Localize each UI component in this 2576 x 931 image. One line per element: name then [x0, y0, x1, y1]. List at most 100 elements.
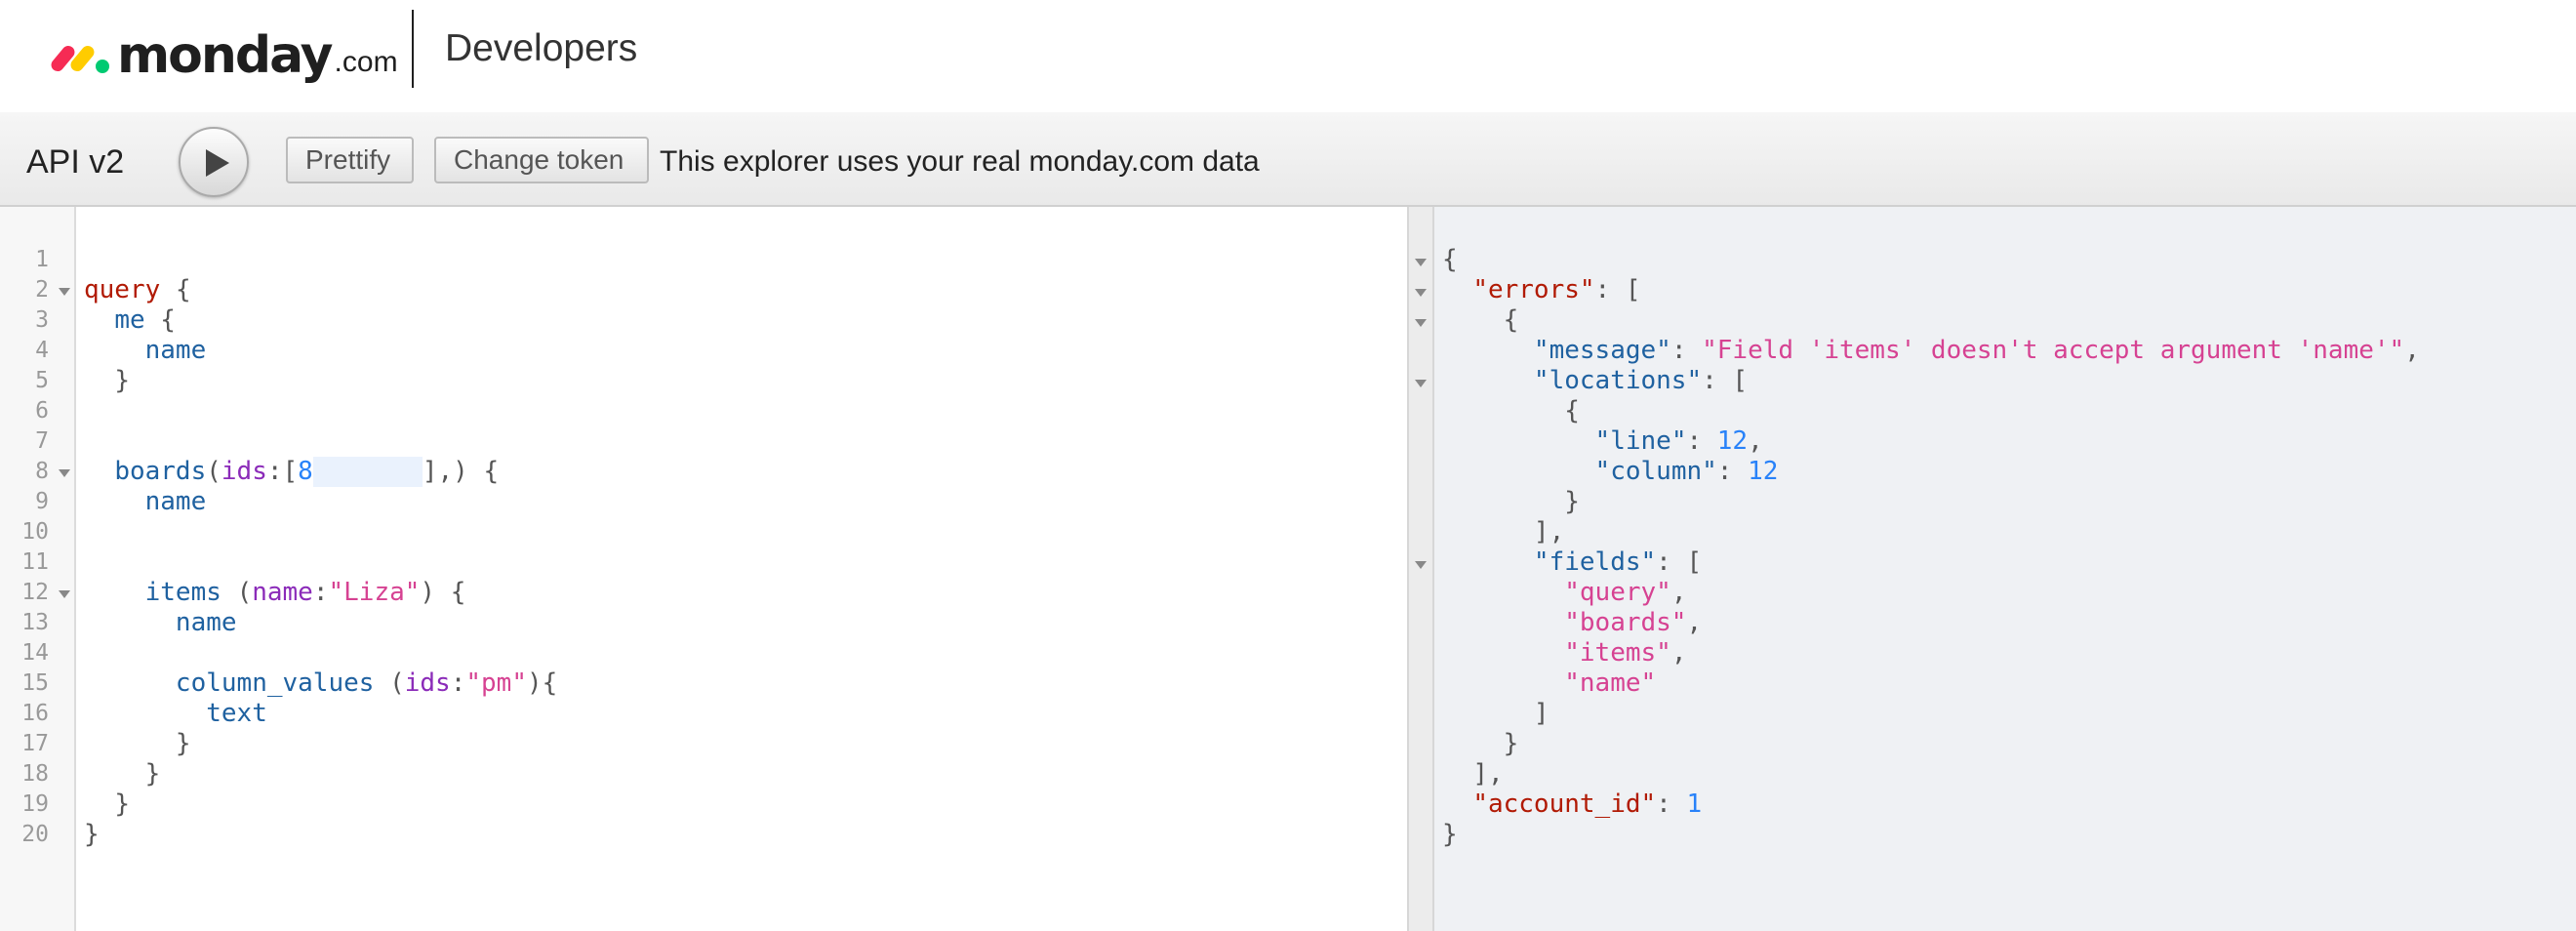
result-line: ]: [1533, 699, 1550, 728]
result-line: }: [1564, 487, 1580, 516]
line-number: 14: [21, 640, 49, 666]
monday-logo[interactable]: monday .com: [48, 21, 398, 90]
line-number: 18: [21, 761, 49, 787]
field-items: items: [144, 578, 221, 607]
code-line: }: [84, 759, 161, 789]
result-line: {: [1564, 396, 1580, 425]
play-icon: [206, 149, 229, 177]
brace: }: [175, 729, 191, 758]
result-line: "locations": [: [1533, 366, 1749, 395]
code-line: }: [84, 366, 130, 396]
field-name: name: [144, 487, 207, 516]
code-line: name: [84, 608, 237, 638]
result-line: "column": 12: [1594, 457, 1779, 486]
code-line: query {: [84, 275, 191, 305]
line-number: 8: [35, 459, 49, 484]
line-number: 13: [21, 610, 49, 635]
result-line: }: [1503, 729, 1519, 758]
line-number: 11: [21, 549, 49, 575]
code-line: text: [84, 699, 267, 729]
query-keyword: query: [84, 275, 161, 304]
board-id: 8: [298, 457, 313, 486]
brace: }: [144, 759, 161, 789]
line-number: 7: [35, 428, 49, 454]
result-line: ],: [1533, 517, 1565, 546]
line-number: 1: [35, 247, 49, 272]
result-line: "message": "Field 'items' doesn't accept…: [1533, 336, 2420, 365]
code-line: }: [84, 789, 130, 820]
line-number: 4: [35, 338, 49, 363]
fold-arrow-icon[interactable]: [1415, 561, 1427, 569]
field-name: name: [175, 608, 237, 637]
field-entry: "name": [1564, 668, 1657, 698]
result-line: "line": 12,: [1594, 426, 1763, 456]
result-line: "account_id": 1: [1472, 789, 1703, 819]
boards-args-tail: ],) {: [422, 457, 500, 486]
pane-splitter[interactable]: [1407, 207, 1434, 931]
fold-arrow-icon[interactable]: [1415, 259, 1427, 266]
fold-arrow-icon[interactable]: [59, 469, 70, 477]
fold-arrow-icon[interactable]: [59, 288, 70, 296]
message-key: "message": [1533, 336, 1671, 365]
line-number-gutter: 1 2 3 4 5 6 7 8 9 10 11 12 13 14 15 16 1…: [0, 207, 76, 931]
top-header: monday .com Developers: [0, 0, 2576, 112]
fold-arrow-icon[interactable]: [59, 590, 70, 598]
line-number: 15: [21, 670, 49, 696]
redacted-board-id: [312, 457, 423, 487]
line-number: 12: [21, 580, 49, 605]
field-name: name: [144, 336, 207, 365]
query-editor[interactable]: 1 2 3 4 5 6 7 8 9 10 11 12 13 14 15 16 1…: [0, 207, 1407, 931]
line-value: 12: [1716, 426, 1749, 456]
locations-key: "locations": [1533, 366, 1703, 395]
arg-name: name: [252, 578, 313, 607]
code-line: name: [84, 336, 207, 366]
line-number: 19: [21, 791, 49, 817]
result-line: "boards",: [1564, 608, 1703, 637]
arg-ids: ids: [221, 457, 267, 486]
line-number: 16: [21, 701, 49, 726]
brace: {: [160, 305, 176, 335]
account-id-value: 1: [1686, 789, 1703, 819]
toolbar-note: This explorer uses your real monday.com …: [660, 145, 1260, 178]
brace: {: [450, 578, 466, 607]
line-number: 3: [35, 307, 49, 333]
fold-arrow-icon[interactable]: [1415, 319, 1427, 327]
prettify-button[interactable]: Prettify: [286, 137, 414, 183]
line-number: 10: [21, 519, 49, 545]
field-entry: "boards": [1564, 608, 1687, 637]
change-token-button[interactable]: Change token: [434, 137, 649, 183]
line-number: 17: [21, 731, 49, 756]
explorer-toolbar: API v2 Prettify Change token This explor…: [0, 112, 2576, 207]
arg-ids: ids: [404, 668, 451, 698]
result-line: {: [1503, 305, 1519, 335]
api-version-title: API v2: [26, 143, 125, 181]
code-line: }: [84, 729, 191, 759]
field-entry: "items": [1564, 638, 1671, 668]
line-number: 6: [35, 398, 49, 424]
line-key: "line": [1594, 426, 1687, 456]
brace: {: [175, 275, 191, 304]
code-line: column_values (ids:"pm"){: [175, 668, 558, 698]
code-line: boards(ids:[8],) {: [114, 457, 500, 487]
result-line: }: [1442, 820, 1458, 849]
field-text: text: [206, 699, 267, 728]
fields-key: "fields": [1533, 547, 1657, 577]
brace: }: [114, 366, 130, 395]
field-boards: boards: [114, 457, 207, 486]
column-key: "column": [1594, 457, 1717, 486]
errors-key: "errors": [1472, 275, 1595, 304]
fold-arrow-icon[interactable]: [1415, 380, 1427, 387]
monday-logo-mark-icon: [48, 38, 111, 74]
line-number: 2: [35, 277, 49, 303]
logo-suffix: .com: [334, 46, 398, 78]
account-id-key: "account_id": [1472, 789, 1657, 819]
run-query-button[interactable]: [179, 127, 249, 197]
code-line: }: [84, 820, 100, 850]
header-divider: [412, 10, 414, 88]
arg-ids-value: "pm": [465, 668, 527, 698]
line-number: 9: [35, 489, 49, 514]
fold-arrow-icon[interactable]: [1415, 289, 1427, 297]
page-title[interactable]: Developers: [445, 27, 637, 70]
result-line: "fields": [: [1533, 547, 1703, 577]
code-line: items (name:"Liza") {: [144, 578, 466, 607]
